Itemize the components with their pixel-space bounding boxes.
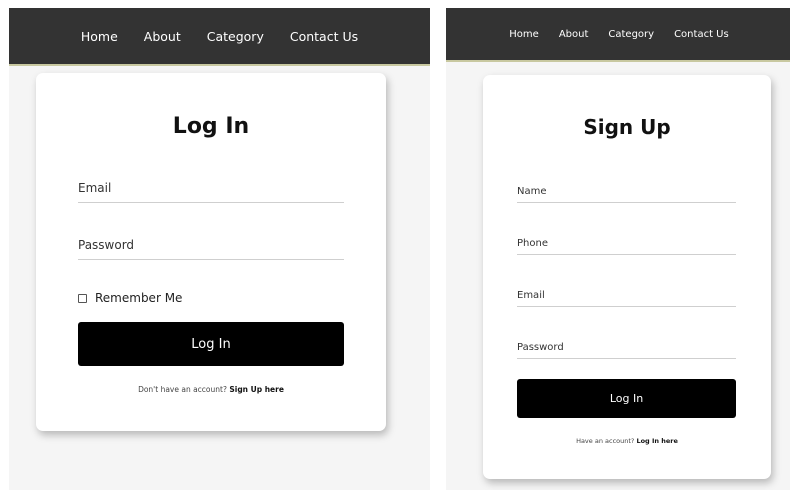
signup-footer-text: Have an account? [576,437,635,445]
signup-email-field-wrap [517,283,736,307]
signup-title: Sign Up [583,115,671,139]
signup-phone-field-wrap [517,231,736,255]
login-page: Home About Category Contact Us Log In Re… [9,8,430,490]
signup-page: Home About Category Contact Us Sign Up L… [446,8,790,490]
signup-name-field-wrap [517,179,736,203]
signup-submit-button[interactable]: Log In [517,379,736,418]
signup-password-field-wrap [517,335,736,359]
signup-email-input[interactable] [517,284,736,307]
login-email-field-wrap [78,175,344,203]
login-footer: Don't have an account? Sign Up here [36,385,386,394]
login-navbar: Home About Category Contact Us [9,8,430,66]
nav-contact-link[interactable]: Contact Us [290,29,358,44]
remember-me-checkbox[interactable] [78,293,87,303]
signup-card: Sign Up Log In Have an account? Log In h… [483,75,771,479]
login-footer-text: Don't have an account? [138,385,227,394]
remember-me-label: Remember Me [95,291,183,305]
nav-category-link[interactable]: Category [608,29,654,40]
nav-about-link[interactable]: About [559,29,589,40]
login-password-field-wrap [78,232,344,260]
signup-name-input[interactable] [517,180,736,203]
nav-category-link[interactable]: Category [207,29,264,44]
login-email-input[interactable] [78,175,344,201]
signup-phone-input[interactable] [517,232,736,255]
signup-navbar: Home About Category Contact Us [446,8,790,62]
login-title: Log In [172,114,250,139]
nav-home-link[interactable]: Home [81,29,118,44]
nav-home-link[interactable]: Home [509,29,539,40]
login-submit-button[interactable]: Log In [78,322,344,366]
remember-me[interactable]: Remember Me [78,291,182,305]
nav-about-link[interactable]: About [144,29,181,44]
login-card: Log In Remember Me Log In Don't have an … [36,73,386,431]
nav-contact-link[interactable]: Contact Us [674,29,729,40]
login-password-input[interactable] [78,232,344,258]
signup-password-input[interactable] [517,336,736,359]
signup-link[interactable]: Sign Up here [229,385,284,394]
login-link[interactable]: Log In here [636,437,677,445]
signup-footer: Have an account? Log In here [483,437,771,445]
